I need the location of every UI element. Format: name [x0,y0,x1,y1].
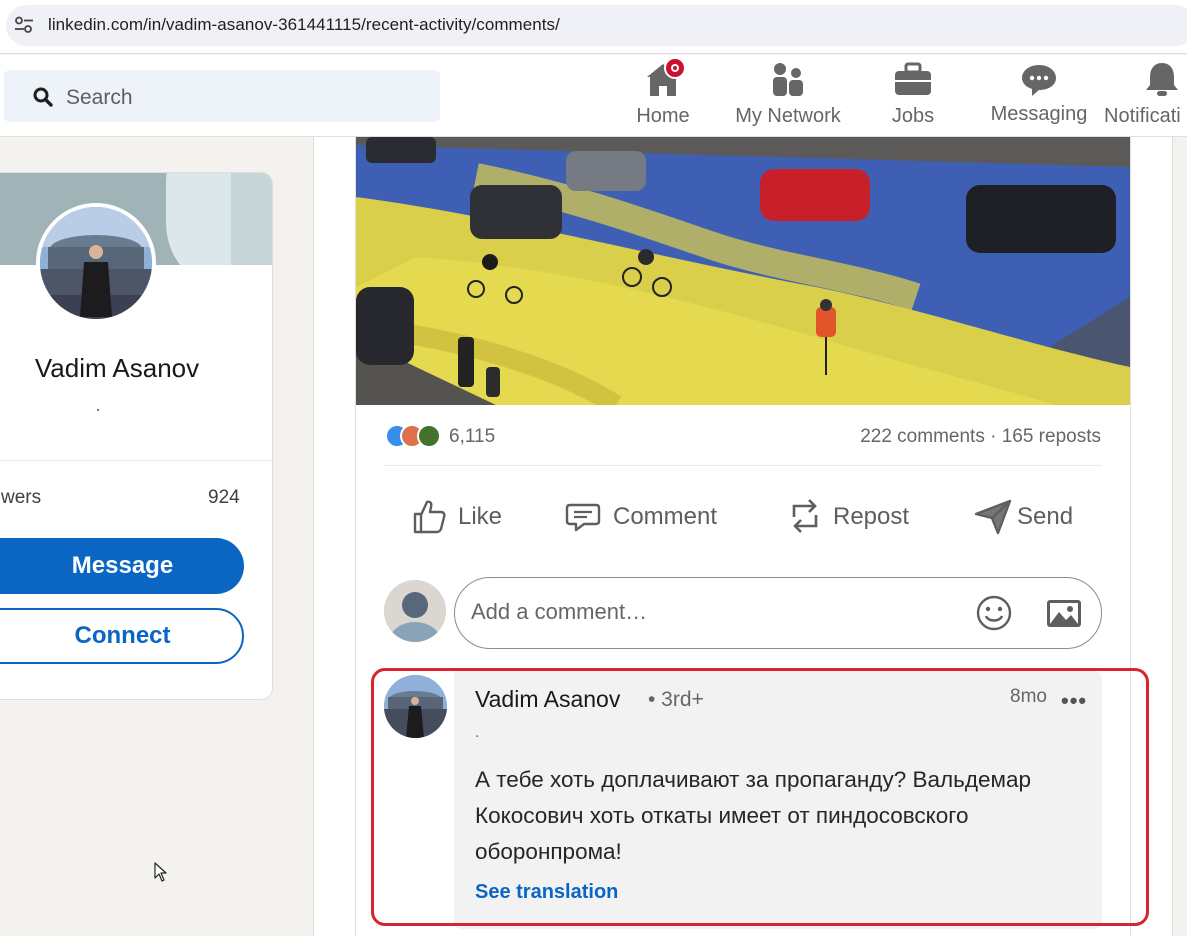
image-icon[interactable] [1045,596,1083,630]
bell-icon [1146,63,1178,96]
profile-photo-image [40,207,152,319]
post-image[interactable] [356,137,1130,405]
send-button-label: Send [1017,503,1074,530]
nav-my-network[interactable]: My Network [728,55,848,137]
like-button[interactable]: Like [410,495,520,539]
search-bar[interactable]: Search [4,70,440,122]
profile-avatar[interactable] [36,203,156,323]
send-button[interactable]: Send [974,495,1084,539]
search-input[interactable]: Search [66,86,133,110]
url-text[interactable]: linkedin.com/in/vadim-asanov-361441115/r… [48,15,560,35]
nav-notifications-label: Notificati [1104,105,1181,127]
repost-button-label: Repost [833,503,910,530]
followers-count: 924 [208,487,240,508]
emoji-icon[interactable] [975,594,1013,632]
search-icon [33,87,53,107]
divider [0,460,272,461]
comment-icon [565,503,601,532]
nav-my-network-label: My Network [735,105,841,127]
comment-button[interactable]: Comment [564,495,744,539]
profile-card: Vadim Asanov · wers 924 Message Connect [0,172,273,700]
nav-messaging-label: Messaging [990,103,1088,125]
divider [384,465,1102,466]
comment-composer[interactable]: Add a comment… [454,577,1102,649]
people-icon [773,63,803,96]
nav-jobs-label: Jobs [891,105,935,127]
site-settings-icon[interactable] [14,16,34,34]
profile-name[interactable]: Vadim Asanov [0,353,233,384]
street-photo-image [356,137,1130,405]
nav-jobs[interactable]: Jobs [880,55,946,137]
connect-button-label: Connect [74,622,171,649]
repost-icon [792,499,818,533]
profile-headline: · [95,399,101,419]
followers-label[interactable]: wers [1,487,41,509]
nav-notifications[interactable]: Notificati [1104,55,1187,137]
connect-button[interactable]: Connect [0,608,244,664]
default-avatar-icon [384,580,446,642]
global-nav: Search Home My Network Jobs Messaging No… [0,55,1187,137]
thumbs-up-icon [413,500,446,534]
comments-reposts-count[interactable]: 222 comments · 165 reposts [860,426,1101,448]
reaction-count[interactable]: 6,115 [449,426,495,448]
briefcase-icon [895,62,931,95]
chat-bubble-icon [1022,65,1056,96]
nav-messaging[interactable]: Messaging [986,55,1092,137]
like-button-label: Like [458,503,503,530]
current-user-avatar[interactable] [384,580,446,642]
nav-home-label: Home [636,105,690,127]
message-button[interactable]: Message [0,538,244,594]
highlight-annotation [371,668,1149,926]
message-button-label: Message [71,552,174,579]
browser-address-bar: linkedin.com/in/vadim-asanov-361441115/r… [0,0,1187,54]
comment-input[interactable]: Add a comment… [471,599,647,625]
nav-home[interactable]: Home [626,55,700,137]
repost-button[interactable]: Repost [786,495,926,539]
send-icon [974,499,1012,535]
notification-badge [664,57,686,79]
comment-button-label: Comment [613,503,718,530]
support-reaction-icon [417,424,441,448]
mouse-cursor-icon [154,862,167,882]
